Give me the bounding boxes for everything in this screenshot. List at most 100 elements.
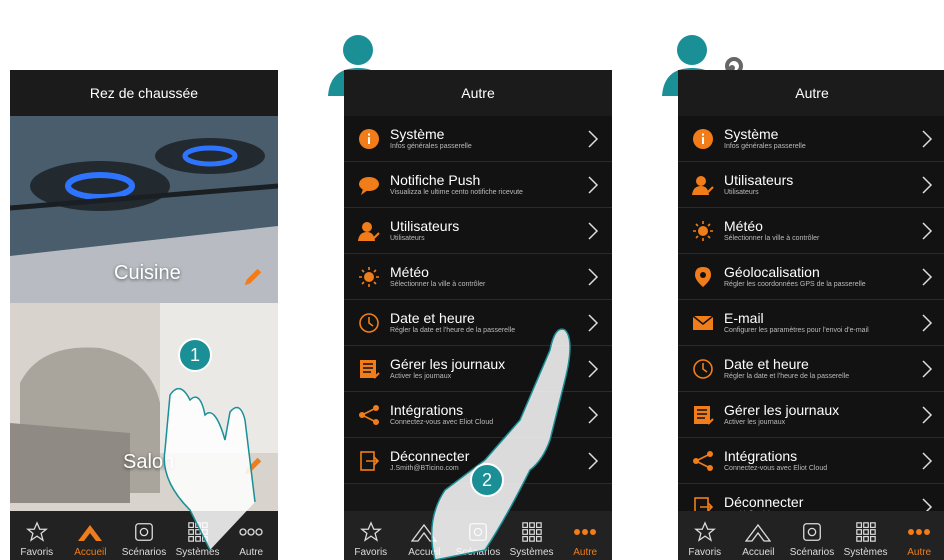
list-item-title: Gérer les journaux <box>724 401 840 418</box>
list-item-title: Intégrations <box>724 447 798 464</box>
nav-label: Accueil <box>742 547 775 558</box>
edit-pencil-icon[interactable] <box>242 266 264 288</box>
chevron-right-icon <box>588 129 599 148</box>
home-roof-icon <box>78 525 103 541</box>
list-item-subtitle: Connectez-vous avec Eliot Cloud <box>724 464 828 472</box>
room-label: Cuisine <box>114 262 181 284</box>
list-item-subtitle: Infos générales passerelle <box>724 142 806 150</box>
chevron-right-icon <box>588 175 599 194</box>
list-item-text: Géolocalisation Régler les coordonnées GP… <box>724 264 920 290</box>
list-item-text: Météo Sélectionner la ville à contrôler <box>724 218 920 244</box>
list-item[interactable]: Météo Sélectionner la ville à contrôler <box>678 208 944 254</box>
chevron-right-icon <box>922 451 933 470</box>
list-item[interactable]: Système Infos générales passerelle <box>678 116 944 162</box>
list-item[interactable]: Système Infos générales passerelle <box>344 116 612 162</box>
nav-accueil[interactable]: Accueil <box>64 511 118 560</box>
list-item-title: Système <box>724 125 779 142</box>
chevron-right-icon <box>922 175 933 194</box>
nav-label: Autre <box>573 547 598 558</box>
nav-favoris[interactable]: Favoris <box>678 511 732 560</box>
bottom-nav: Favoris Accueil Scénarios Systèmes Autre <box>678 511 944 560</box>
list-item-text: Système Infos générales passerelle <box>390 126 586 152</box>
chevron-right-icon <box>588 359 599 378</box>
list-item-subtitle: Infos générales passerelle <box>390 142 472 150</box>
share-icon <box>692 450 714 472</box>
sun-icon <box>358 266 380 288</box>
list-item-subtitle: Visualizza le ultime cento notifiche ric… <box>390 188 523 196</box>
star-icon <box>359 521 382 542</box>
list-item-text: E-mail Configurer les paramètres pour l'e… <box>724 310 920 336</box>
list-item-text: Notifiche Push Visualizza le ultime cento… <box>390 172 586 198</box>
chevron-right-icon <box>588 451 599 470</box>
user-icon <box>358 220 380 242</box>
hand-pointer-illustration <box>430 328 571 560</box>
info-icon <box>358 128 380 150</box>
star-icon <box>25 521 48 542</box>
home-roof-icon <box>745 523 772 542</box>
list-item-title: Géolocalisation <box>724 263 820 280</box>
list-item[interactable]: Intégrations Connectez-vous avec Eliot Cl… <box>678 438 944 484</box>
scenario-icon <box>803 523 821 541</box>
list-item-text: Utilisateurs Utilisateurs <box>724 172 920 198</box>
chevron-right-icon <box>588 267 599 286</box>
list-item-text: Météo Sélectionner la ville à contrôler <box>390 264 586 290</box>
clock-icon <box>358 312 380 334</box>
list-item-subtitle: Régler la date et l'heure de la passerel… <box>724 372 850 380</box>
chevron-right-icon <box>922 129 933 148</box>
list-item-subtitle: Utilisateurs <box>390 234 425 242</box>
list-item-subtitle: Sélectionner la ville à contrôler <box>724 234 820 242</box>
list-item[interactable]: Notifiche Push Visualizza le ultime cento… <box>344 162 612 208</box>
list-item-title: Météo <box>724 217 763 234</box>
nav-systemes[interactable]: Systèmes <box>839 511 893 560</box>
list-item-title: Date et heure <box>724 355 809 372</box>
list-item-title: E-mail <box>724 309 764 326</box>
room-tile-cuisine[interactable]: Cuisine <box>10 116 278 303</box>
nav-label: Favoris <box>354 547 388 558</box>
nav-favoris[interactable]: Favoris <box>344 511 398 560</box>
list-item-title: Déconnecter <box>724 493 804 510</box>
step-badge: 1 <box>178 338 212 372</box>
location-pin-icon <box>692 266 714 288</box>
list-item-title: Météo <box>390 263 429 280</box>
nav-autre[interactable]: Autre <box>892 511 944 560</box>
list-item-text: Gérer les journaux Activer les journaux <box>724 402 920 428</box>
list-item-text: Utilisateurs Utilisateurs <box>390 218 586 244</box>
list-item[interactable]: Gérer les journaux Activer les journaux <box>678 392 944 438</box>
page-title: Autre <box>678 70 944 116</box>
nav-scenarios[interactable]: Scénarios <box>785 511 839 560</box>
list-item[interactable]: Météo Sélectionner la ville à contrôler <box>344 254 612 300</box>
nav-favoris[interactable]: Favoris <box>10 511 64 560</box>
envelope-icon <box>692 312 714 334</box>
user-icon <box>692 174 714 196</box>
chevron-right-icon <box>588 313 599 332</box>
list-item-text: Système Infos générales passerelle <box>724 126 920 152</box>
nav-label: Scénarios <box>789 547 835 558</box>
sun-icon <box>692 220 714 242</box>
list-item-subtitle: Activer les journaux <box>724 418 786 426</box>
hand-pointer-illustration <box>163 387 256 550</box>
log-icon <box>358 358 380 380</box>
list-item[interactable]: Date et heure Régler la date et l'heure d… <box>678 346 944 392</box>
list-item[interactable]: E-mail Configurer les paramètres pour l'e… <box>678 300 944 346</box>
chevron-right-icon <box>588 405 599 424</box>
list-item-subtitle: Sélectionner la ville à contrôler <box>390 280 486 288</box>
logout-icon <box>358 450 380 472</box>
list-item-subtitle: Utilisateurs <box>724 188 759 196</box>
list-item-title: Notifiche Push <box>390 171 481 188</box>
chat-bubble-icon <box>358 174 380 196</box>
page-title: Autre <box>344 70 612 116</box>
list-item-title: Utilisateurs <box>724 171 794 188</box>
list-item[interactable]: Utilisateurs Utilisateurs <box>678 162 944 208</box>
list-item-subtitle: Régler les coordonnées GPS de la passere… <box>724 280 866 288</box>
chevron-right-icon <box>922 221 933 240</box>
nav-label: Autre <box>907 547 932 558</box>
nav-label: Favoris <box>688 547 722 558</box>
nav-accueil[interactable]: Accueil <box>732 511 786 560</box>
list-item[interactable]: Utilisateurs Utilisateurs <box>344 208 612 254</box>
list-item-text: Intégrations Connectez-vous avec Eliot Cl… <box>724 448 920 474</box>
chevron-right-icon <box>922 359 933 378</box>
list-item-text: Date et heure Régler la date et l'heure d… <box>724 356 920 382</box>
clock-icon <box>692 358 714 380</box>
list-item[interactable]: Géolocalisation Régler les coordonnées GP… <box>678 254 944 300</box>
more-dots-icon <box>574 529 597 535</box>
